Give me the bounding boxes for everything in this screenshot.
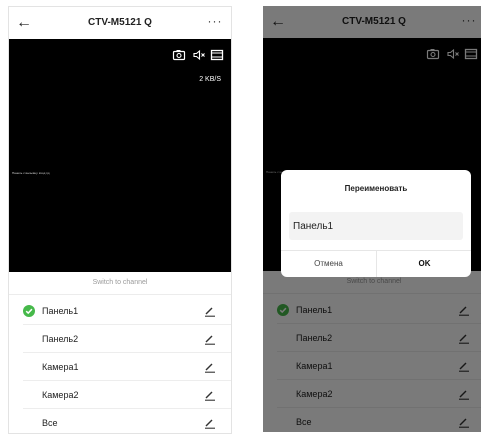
channel-label: Панель1 — [42, 306, 79, 316]
camera-icon[interactable] — [172, 48, 186, 62]
divider — [9, 294, 231, 295]
ok-button[interactable]: OK — [377, 251, 472, 277]
edit-icon[interactable] — [203, 416, 217, 430]
sheet-title: Switch to channel — [92, 279, 148, 286]
speaker-mute-icon[interactable] — [192, 48, 206, 62]
page-title: CTV-M5121 Q — [88, 17, 152, 28]
video-view[interactable]: 2 KB/S Панель с вызывну. вход пд — [9, 39, 231, 272]
check-icon — [23, 305, 35, 317]
bitrate-readout: 2 KB/S — [199, 76, 221, 83]
channel-sheet: Switch to channel Панель1 Панель2 Камера… — [9, 272, 231, 433]
channel-item-all[interactable]: Все — [9, 409, 231, 433]
channel-item-camera1[interactable]: Камера1 — [9, 353, 231, 381]
cancel-button[interactable]: Отмена — [281, 251, 376, 277]
dialog-title: Переименовать — [344, 184, 408, 193]
channel-item-panel2[interactable]: Панель2 — [9, 325, 231, 353]
channel-label: Камера2 — [42, 390, 79, 400]
arrow-left-icon: ← — [16, 14, 32, 31]
edit-icon[interactable] — [203, 304, 217, 318]
rename-screen: ← CTV-M5121 Q ··· Панель с вызывну. вход… — [263, 6, 481, 432]
channel-item-panel1[interactable]: Панель1 — [9, 297, 231, 325]
fullscreen-icon[interactable] — [210, 48, 224, 62]
edit-icon[interactable] — [203, 332, 217, 346]
more-menu-button[interactable]: ··· — [205, 11, 225, 35]
edit-icon[interactable] — [203, 360, 217, 374]
channel-item-camera2[interactable]: Камера2 — [9, 381, 231, 409]
rename-input[interactable] — [289, 212, 463, 240]
video-osd-text: Панель с вызывну. вход пд — [12, 171, 50, 175]
rename-dialog: Переименовать Отмена OK — [281, 170, 471, 277]
more-horizontal-icon: ··· — [207, 14, 223, 28]
channel-label: Камера1 — [42, 362, 79, 372]
edit-icon[interactable] — [203, 388, 217, 402]
channel-screen: ← CTV-M5121 Q ··· 2 KB/S Панель с вызывн… — [8, 6, 232, 434]
channel-label: Все — [42, 418, 58, 428]
channel-label: Панель2 — [42, 334, 79, 344]
back-button[interactable]: ← — [15, 11, 33, 35]
top-bar: ← CTV-M5121 Q ··· — [9, 7, 231, 39]
